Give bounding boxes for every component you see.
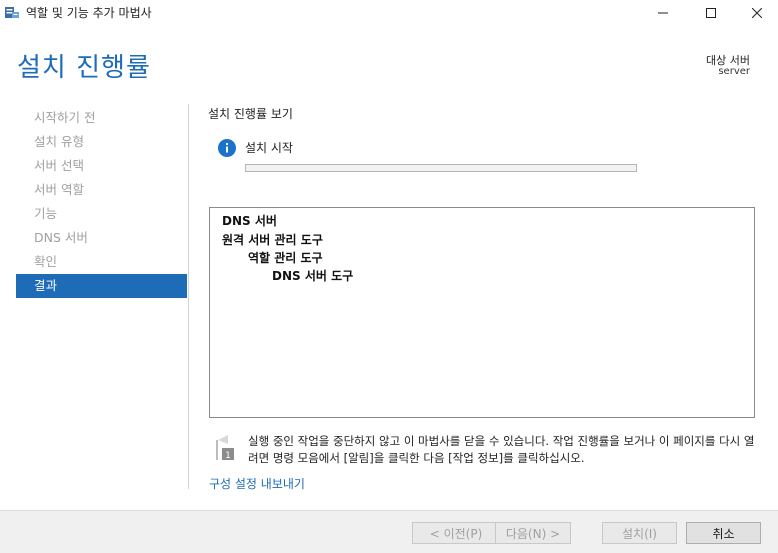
- export-configuration-link[interactable]: 구성 설정 내보내기: [209, 475, 305, 492]
- nav-item-confirmation[interactable]: 확인: [16, 250, 187, 274]
- result-item: DNS 서버 도구: [272, 269, 354, 283]
- svg-text:1: 1: [225, 451, 231, 461]
- nav-item-server-roles[interactable]: 서버 역할: [16, 178, 187, 202]
- result-item: 역할 관리 도구: [248, 251, 323, 265]
- nav-item-server-selection[interactable]: 서버 선택: [16, 154, 187, 178]
- notification-flag-icon: 1: [216, 435, 234, 461]
- results-list[interactable]: DNS 서버 원격 서버 관리 도구 역할 관리 도구 DNS 서버 도구: [209, 207, 755, 418]
- cancel-button[interactable]: 취소: [686, 522, 761, 544]
- nav-item-installation-type[interactable]: 설치 유형: [16, 130, 187, 154]
- result-item: 원격 서버 관리 도구: [222, 233, 323, 247]
- result-item: DNS 서버: [222, 214, 277, 228]
- footer-bar: < 이전(P) 다음(N) > 설치(I) 취소: [0, 510, 778, 553]
- wizard-nav: 시작하기 전 설치 유형 서버 선택 서버 역할 기능 DNS 서버 확인 결과: [16, 106, 187, 298]
- previous-button[interactable]: < 이전(P): [412, 522, 500, 544]
- maximize-icon: [706, 8, 716, 18]
- window-title: 역할 및 기능 추가 마법사: [26, 6, 152, 20]
- minimize-button[interactable]: [640, 0, 686, 26]
- nav-item-dns-server[interactable]: DNS 서버: [16, 226, 187, 250]
- install-button[interactable]: 설치(I): [602, 522, 677, 544]
- minimize-icon: [658, 12, 668, 14]
- maximize-button[interactable]: [688, 0, 734, 26]
- destination-server-value: server: [718, 66, 750, 77]
- info-icon: [218, 139, 236, 157]
- nav-item-before-you-begin[interactable]: 시작하기 전: [16, 106, 187, 130]
- installation-progress-bar: [245, 164, 637, 172]
- close-icon: [752, 8, 762, 18]
- nav-item-results[interactable]: 결과: [16, 274, 187, 298]
- nav-divider: [188, 104, 189, 489]
- notification-note: 실행 중인 작업을 중단하지 않고 이 마법사를 닫을 수 있습니다. 작업 진…: [248, 434, 755, 465]
- page-title: 설치 진행률: [17, 53, 151, 83]
- nav-item-features[interactable]: 기능: [16, 202, 187, 226]
- title-bar: 역할 및 기능 추가 마법사: [0, 0, 778, 26]
- section-label: 설치 진행률 보기: [208, 107, 293, 121]
- next-button[interactable]: 다음(N) >: [495, 522, 571, 544]
- close-button[interactable]: [734, 0, 778, 26]
- installation-status: 설치 시작: [245, 141, 293, 155]
- server-manager-icon: [5, 7, 19, 18]
